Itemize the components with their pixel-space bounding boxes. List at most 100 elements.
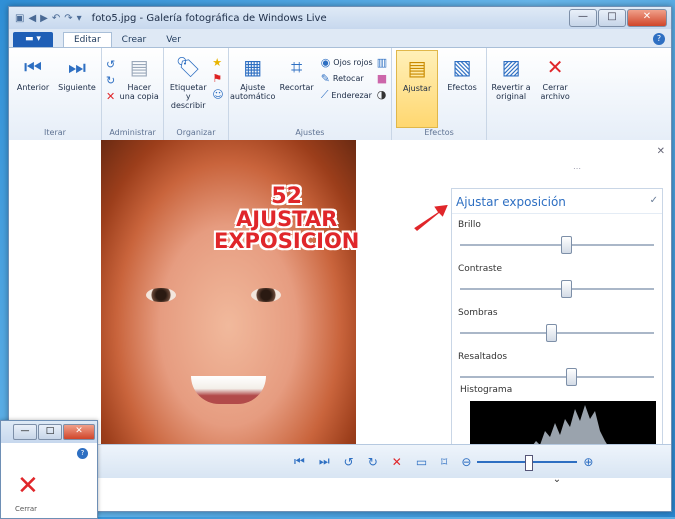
inset-caption: Cerrar	[15, 505, 37, 513]
group-iterar: ⏮ Anterior ⏭ Siguiente Iterar	[9, 48, 102, 140]
zoom-thumb[interactable]	[525, 454, 534, 471]
redo-icon[interactable]: ↷	[64, 13, 72, 24]
ribbon: ⏮ Anterior ⏭ Siguiente Iterar ↺ ↻ ✕ ▤ Hacer…	[9, 48, 671, 141]
straighten-label: Enderezar	[331, 90, 372, 100]
retouch-label: Retocar	[332, 74, 364, 83]
gallery-window: ▣ ◀ ▶ ↶ ↷ ▾ foto5.jpg - Galería fotográf…	[8, 6, 672, 512]
maximize-button[interactable]: □	[598, 9, 626, 27]
contrast-label: Contraste	[458, 264, 502, 274]
straighten-button[interactable]: ⟋ Enderezar	[321, 88, 373, 102]
auto-adjust-button[interactable]: ▦ Ajuste automático	[230, 50, 275, 128]
group-efectos: ▤ Ajustar ▧ Efectos Efectos	[392, 48, 488, 140]
shadows-label: Sombras	[458, 308, 498, 318]
slider-thumb[interactable]	[560, 236, 572, 254]
slideshow-icon[interactable]: ▭	[416, 455, 427, 469]
fit-icon[interactable]: ⌑	[441, 455, 447, 469]
status-toolbar: ⏮ ⏭ ↺ ↻ ✕ ▭ ⌑ ⊖ ⊕	[9, 444, 671, 478]
highlights-slider[interactable]: Resaltados	[452, 346, 662, 390]
inset-window-corner: — □ ✕ ? ✕ Cerrar	[0, 420, 98, 519]
slider-track[interactable]	[460, 376, 654, 378]
slider-thumb[interactable]	[566, 368, 578, 386]
shadows-slider[interactable]: Sombras	[452, 302, 662, 346]
zoom-out-icon[interactable]: ⊖	[461, 455, 471, 469]
contrast-slider[interactable]: Contraste	[452, 258, 662, 302]
callout-number: 52	[271, 184, 302, 209]
panel-title-text: Ajustar exposición	[456, 195, 566, 209]
quick-access-toolbar: ▣ ◀ ▶ ↶ ↷ ▾	[15, 13, 82, 24]
adjust-icon: ▤	[407, 55, 427, 80]
tab-editar[interactable]: Editar	[63, 32, 112, 47]
color-temp-icon[interactable]: ■	[377, 72, 387, 85]
delete-status-icon[interactable]: ✕	[392, 455, 402, 469]
slider-track[interactable]	[460, 332, 654, 334]
callout-line2: EXPOSICION	[214, 229, 360, 253]
panel-close-icon[interactable]: ✕	[657, 146, 665, 157]
inset-close-button[interactable]: ✕	[63, 424, 95, 440]
help-icon[interactable]: ?	[653, 33, 665, 45]
window-title: foto5.jpg - Galería fotográfica de Windo…	[91, 12, 327, 24]
inset-minimize-button[interactable]: —	[13, 424, 37, 440]
panel-title[interactable]: Ajustar exposición ✓	[452, 189, 662, 214]
prev-icon: ⏮	[24, 54, 42, 79]
callout-line1: AJUSTAR	[236, 207, 338, 231]
red-eye-button[interactable]: ◉ Ojos rojos	[321, 56, 373, 69]
previous-button[interactable]: ⏮ Anterior	[13, 50, 53, 128]
zoom-slider[interactable]	[477, 454, 578, 471]
contrast-icon[interactable]: ◑	[377, 88, 387, 101]
revert-label: Revertir a original	[491, 83, 531, 101]
qat-menu-icon[interactable]: ▾	[77, 13, 82, 24]
slider-thumb[interactable]	[546, 324, 557, 342]
last-photo-icon[interactable]: ⏭	[319, 454, 330, 469]
slider-thumb[interactable]	[560, 280, 572, 298]
title-bar: ▣ ◀ ▶ ↶ ↷ ▾ foto5.jpg - Galería fotográf…	[9, 7, 671, 29]
zoom-in-icon[interactable]: ⊕	[583, 455, 593, 469]
close-button[interactable]: ✕	[627, 9, 667, 27]
slider-track[interactable]	[460, 288, 654, 290]
delete-icon[interactable]: ✕	[106, 90, 115, 103]
rotate-left-status-icon[interactable]: ↺	[344, 455, 354, 469]
forward-icon[interactable]: ▶	[40, 13, 48, 24]
back-icon[interactable]: ◀	[28, 13, 36, 24]
first-photo-icon[interactable]: ⏮	[294, 454, 305, 469]
group-label-file	[491, 128, 575, 140]
close-file-icon: ✕	[546, 54, 564, 79]
inset-close-file-icon[interactable]: ✕	[17, 471, 39, 501]
slider-track[interactable]	[460, 244, 654, 246]
group-label-efectos: Efectos	[424, 128, 454, 137]
rotate-right-icon[interactable]: ↻	[106, 74, 115, 87]
inset-title-bar: — □ ✕	[1, 421, 97, 443]
next-icon: ⏭	[68, 54, 86, 79]
tag-describe-button[interactable]: 🏷 Etiquetar y describir	[168, 50, 208, 128]
photo-eye-right	[251, 288, 281, 302]
minimize-button[interactable]: —	[569, 9, 597, 27]
close-file-button[interactable]: ✕ Cerrar archivo	[535, 50, 575, 128]
rotate-left-icon[interactable]: ↺	[106, 58, 115, 71]
crop-button[interactable]: ⌗ Recortar	[277, 50, 317, 128]
tab-ver[interactable]: Ver	[156, 33, 191, 47]
group-label-ajustes: Ajustes	[295, 128, 325, 137]
red-eye-icon: ◉	[320, 56, 331, 69]
retouch-button[interactable]: ✎ Retocar	[321, 72, 373, 85]
effects-button[interactable]: ▧ Efectos	[442, 50, 482, 128]
rating-icon[interactable]: ★	[212, 56, 223, 69]
tab-crear[interactable]: Crear	[112, 33, 157, 47]
color-icon[interactable]: ▥	[377, 56, 387, 69]
undo-icon[interactable]: ↶	[52, 13, 60, 24]
crop-icon: ⌗	[291, 54, 303, 79]
next-button[interactable]: ⏭ Siguiente	[57, 50, 97, 128]
inset-maximize-button[interactable]: □	[38, 424, 62, 440]
photo-mouth	[191, 376, 266, 404]
previous-label: Anterior	[16, 83, 50, 92]
straighten-icon: ⟋	[320, 88, 329, 101]
make-copy-button[interactable]: ▤ Hacer una copia	[119, 50, 159, 128]
people-icon[interactable]: ☺	[212, 88, 223, 101]
file-menu-button[interactable]: ▬ ▾	[13, 32, 53, 47]
flag-icon[interactable]: ⚑	[212, 72, 223, 85]
group-administrar: ↺ ↻ ✕ ▤ Hacer una copia Administrar	[102, 48, 165, 140]
revert-button[interactable]: ▨ Revertir a original	[491, 50, 531, 128]
adjust-button[interactable]: ▤ Ajustar	[396, 50, 439, 128]
brightness-slider[interactable]: Brillo	[452, 214, 662, 258]
app-icon: ▣	[15, 12, 25, 24]
rotate-right-status-icon[interactable]: ↻	[368, 455, 378, 469]
inset-help-icon[interactable]: ?	[77, 448, 88, 459]
